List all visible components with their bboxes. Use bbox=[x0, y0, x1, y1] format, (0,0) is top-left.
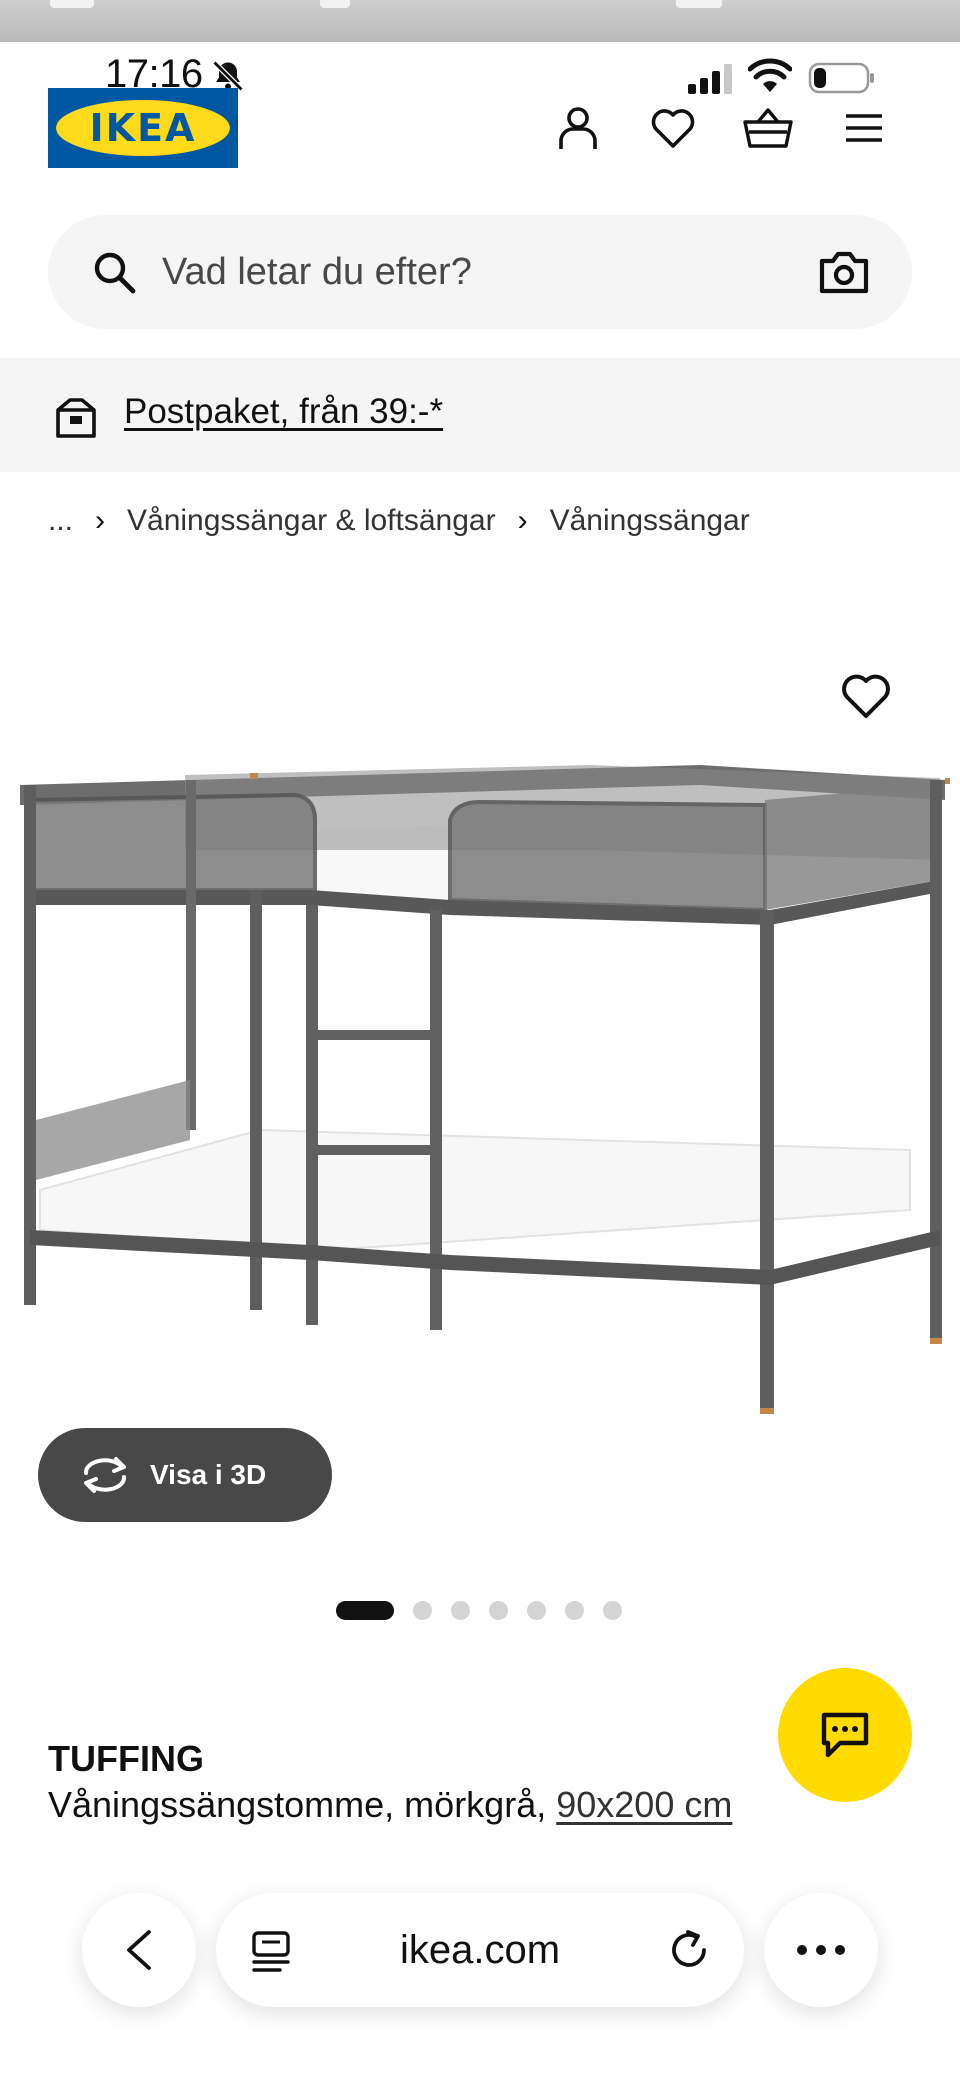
page-menu-icon[interactable] bbox=[250, 1929, 294, 1973]
breadcrumb: ... › Våningssängar & loftsängar › Vånin… bbox=[48, 504, 750, 538]
camera-search-icon[interactable] bbox=[818, 247, 870, 297]
carousel-dot[interactable] bbox=[489, 1600, 508, 1620]
logo-text: IKEA bbox=[89, 106, 197, 150]
bed-frame bbox=[20, 765, 950, 1414]
browser-address-bar[interactable]: ikea.com bbox=[216, 1893, 744, 2007]
carousel-dot[interactable] bbox=[336, 1600, 394, 1620]
view-in-3d-button[interactable]: Visa i 3D bbox=[38, 1428, 332, 1522]
search-placeholder: Vad letar du efter? bbox=[162, 251, 472, 293]
battery-icon bbox=[808, 62, 874, 94]
product-image-bunk-bed[interactable] bbox=[10, 740, 950, 1420]
chevron-right-icon: › bbox=[517, 504, 528, 537]
menu-hamburger-icon[interactable] bbox=[836, 100, 892, 156]
carousel-dot[interactable] bbox=[413, 1600, 432, 1620]
add-to-favourites-heart-icon[interactable] bbox=[840, 672, 892, 720]
carousel-dot[interactable] bbox=[565, 1600, 584, 1620]
wifi-icon bbox=[748, 58, 792, 92]
image-carousel-indicator bbox=[336, 1600, 641, 1620]
chevron-right-icon: › bbox=[95, 504, 106, 537]
product-size-link[interactable]: 90x200 cm bbox=[556, 1784, 732, 1825]
strip-shape bbox=[320, 0, 350, 8]
ikea-logo[interactable]: IKEA bbox=[48, 88, 238, 168]
browser-back-button[interactable] bbox=[82, 1893, 196, 2007]
more-ellipsis-icon bbox=[797, 1945, 845, 1955]
chevron-left-icon bbox=[127, 1930, 151, 1970]
reload-icon[interactable] bbox=[666, 1927, 712, 1973]
rotate-3d-icon bbox=[84, 1457, 126, 1493]
strip-shape bbox=[676, 0, 722, 8]
product-description: Våningssängstomme, mörkgrå, 90x200 cm bbox=[48, 1784, 732, 1826]
chat-bubble-icon bbox=[821, 1712, 869, 1758]
chat-support-button[interactable] bbox=[778, 1668, 912, 1802]
cellular-signal-icon bbox=[688, 64, 732, 94]
parcel-icon bbox=[56, 398, 96, 438]
carousel-dot[interactable] bbox=[527, 1600, 546, 1620]
carousel-dot[interactable] bbox=[451, 1600, 470, 1620]
browser-url-text: ikea.com bbox=[399, 1927, 561, 1972]
product-name: TUFFING bbox=[48, 1738, 204, 1779]
breadcrumb-item-bunk-beds[interactable]: Våningssängar bbox=[550, 504, 750, 538]
search-icon bbox=[94, 252, 136, 294]
search-bar[interactable]: Vad letar du efter? bbox=[48, 215, 912, 329]
top-strip bbox=[0, 0, 960, 42]
shipping-promo-banner: Postpaket, från 39:-* bbox=[0, 358, 960, 472]
account-icon[interactable] bbox=[550, 100, 606, 156]
product-type-text: Våningssängstomme, mörkgrå, bbox=[48, 1784, 547, 1825]
browser-more-button[interactable] bbox=[764, 1893, 878, 2007]
breadcrumb-item-bunk-and-loft-beds[interactable]: Våningssängar & loftsängar bbox=[127, 504, 496, 538]
wishlist-heart-icon[interactable] bbox=[645, 100, 701, 156]
strip-shape bbox=[50, 0, 94, 8]
view-in-3d-label: Visa i 3D bbox=[150, 1459, 267, 1490]
shopping-basket-icon[interactable] bbox=[740, 100, 796, 156]
carousel-dot[interactable] bbox=[603, 1600, 622, 1620]
breadcrumb-ellipsis[interactable]: ... bbox=[48, 504, 73, 538]
shipping-promo-link[interactable]: Postpaket, från 39:-* bbox=[124, 392, 443, 432]
